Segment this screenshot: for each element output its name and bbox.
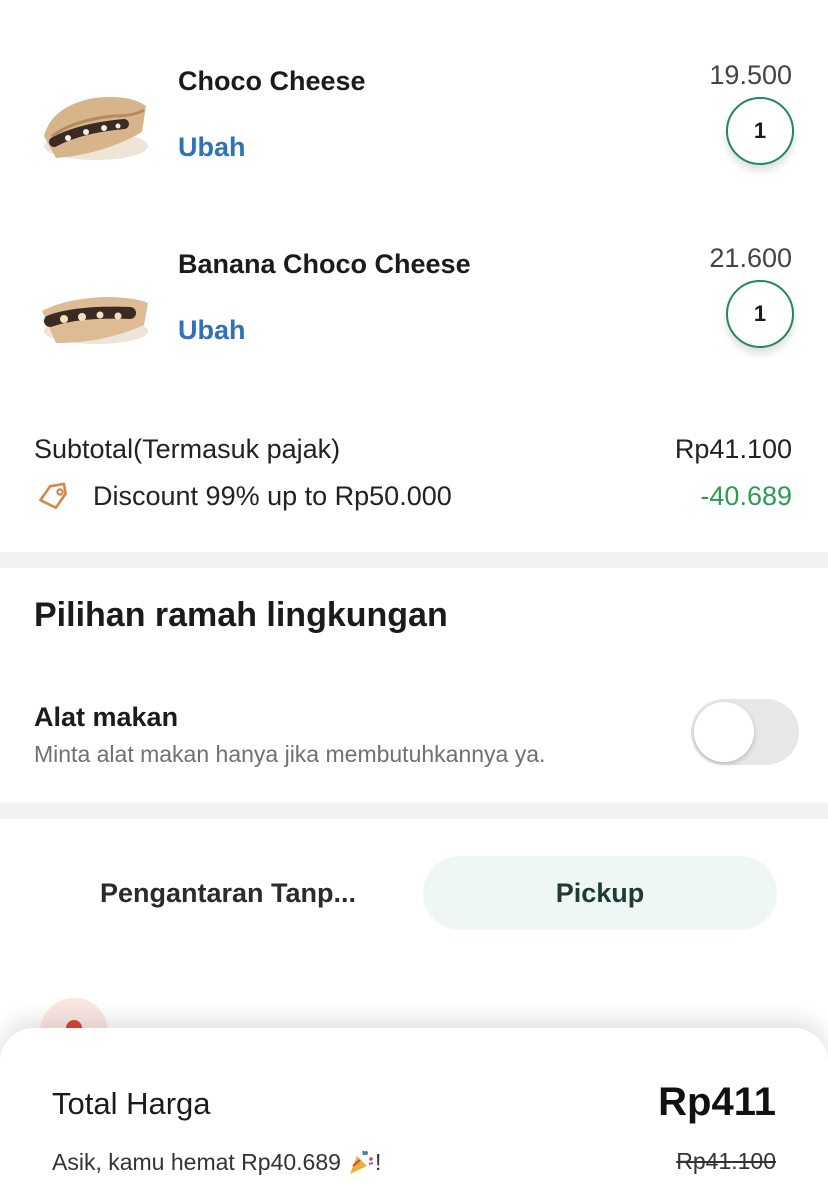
savings-suffix: ! <box>374 1148 382 1175</box>
discount-value: -40.689 <box>700 481 792 511</box>
item-image <box>34 259 154 359</box>
cutlery-toggle[interactable] <box>691 699 799 765</box>
item-price: 19.500 <box>709 60 792 90</box>
cutlery-label: Alat makan <box>34 702 179 732</box>
total-amount: Rp411 <box>658 1080 776 1124</box>
subtotal-label: Subtotal(Termasuk pajak) <box>34 434 341 464</box>
section-divider <box>0 552 828 568</box>
party-popper-icon <box>347 1148 375 1176</box>
discount-label: Discount 99% up to Rp50.000 <box>93 481 452 511</box>
original-amount: Rp41.100 <box>676 1148 776 1174</box>
tab-pickup[interactable]: Pickup <box>423 856 777 930</box>
item-name: Choco Cheese <box>178 66 366 96</box>
edit-item-button[interactable]: Ubah <box>178 132 246 163</box>
subtotal-value: Rp41.100 <box>674 434 792 464</box>
total-bottom-sheet: Total Harga Rp411 Asik, kamu hemat Rp40.… <box>0 1028 828 1200</box>
tab-delivery-no-contact[interactable]: Pengantaran Tanp... <box>50 856 406 930</box>
cart-item: Banana Choco Cheese Ubah 21.600 1 <box>0 223 828 383</box>
quantity-button[interactable]: 1 <box>726 97 794 165</box>
toggle-knob <box>694 702 754 762</box>
item-price: 21.600 <box>709 243 792 273</box>
tag-icon <box>36 482 70 512</box>
cutlery-hint: Minta alat makan hanya jika membutuhkann… <box>34 741 546 767</box>
savings-text: Asik, kamu hemat Rp40.689 <box>52 1148 341 1175</box>
edit-item-button[interactable]: Ubah <box>178 315 246 346</box>
item-name: Banana Choco Cheese <box>178 249 471 279</box>
section-divider <box>0 803 828 819</box>
savings-line: Asik, kamu hemat Rp40.689 ! <box>52 1148 381 1176</box>
cart-item: Choco Cheese Ubah 19.500 1 <box>0 40 828 200</box>
quantity-button[interactable]: 1 <box>726 280 794 348</box>
total-label: Total Harga <box>52 1086 211 1121</box>
item-image <box>34 76 154 176</box>
eco-section-title: Pilihan ramah lingkungan <box>34 596 448 634</box>
